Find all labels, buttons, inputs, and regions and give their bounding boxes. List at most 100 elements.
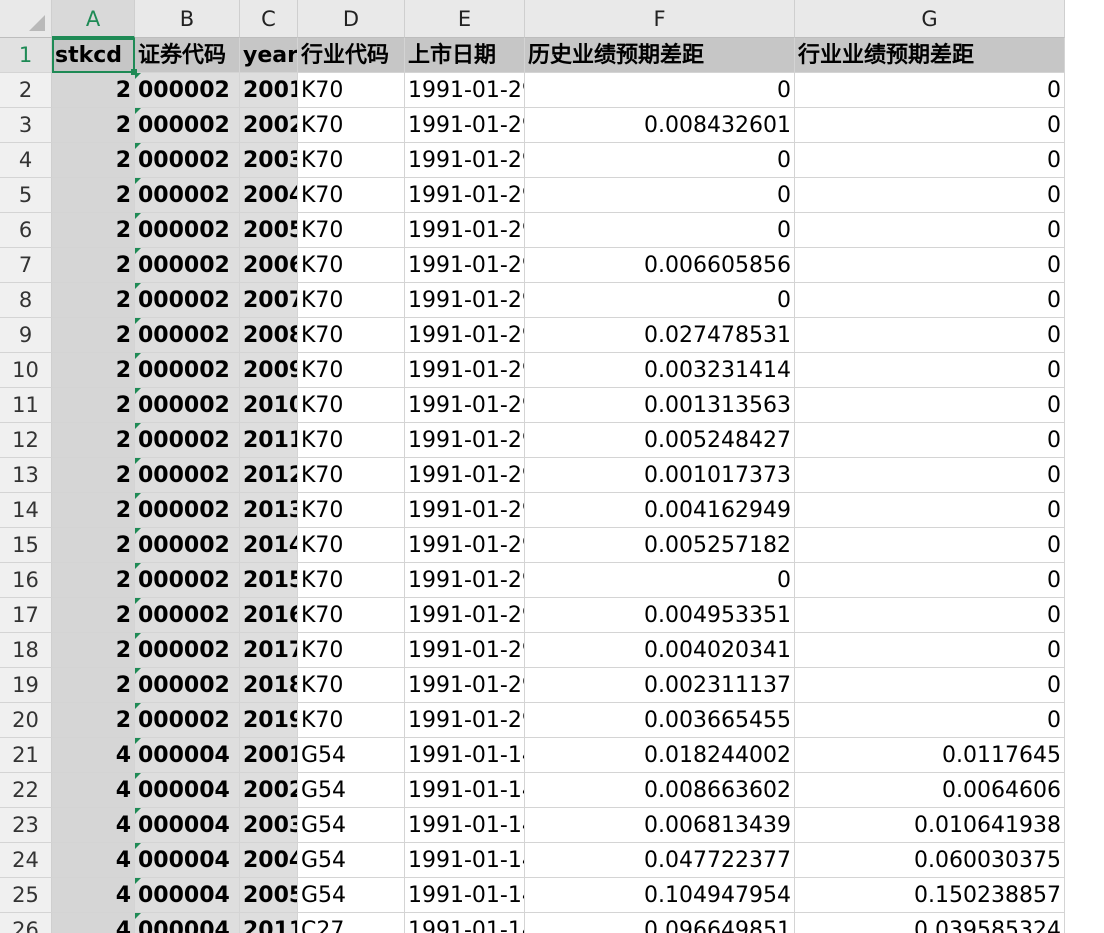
cell-a[interactable]: 2 — [52, 388, 135, 423]
row-number[interactable]: 12 — [0, 423, 52, 458]
cell-g[interactable]: 0 — [795, 73, 1065, 108]
row-number[interactable]: 3 — [0, 108, 52, 143]
cell-g[interactable]: 0 — [795, 248, 1065, 283]
cell-e[interactable]: 1991-01-29 — [405, 633, 525, 668]
cell-d[interactable]: K70 — [298, 703, 405, 738]
cell-c[interactable]: 2008 — [240, 318, 298, 353]
row-number[interactable]: 1 — [0, 38, 52, 73]
cell-a[interactable]: 2 — [52, 633, 135, 668]
column-header-g[interactable]: G — [795, 0, 1065, 38]
cell-e[interactable]: 1991-01-14 — [405, 913, 525, 933]
cell-g[interactable]: 0 — [795, 598, 1065, 633]
column-header-e[interactable]: E — [405, 0, 525, 38]
cell-d[interactable]: K70 — [298, 668, 405, 703]
cell-f[interactable]: 0.002311137 — [525, 668, 795, 703]
cell-b[interactable]: 000002 — [135, 633, 240, 668]
cell-a[interactable]: 2 — [52, 283, 135, 318]
cell-g[interactable]: 0.039585324 — [795, 913, 1065, 933]
row-number[interactable]: 15 — [0, 528, 52, 563]
cell-g[interactable]: 0 — [795, 283, 1065, 318]
cell-b[interactable]: 000002 — [135, 178, 240, 213]
fill-handle[interactable] — [131, 69, 137, 75]
cell-c[interactable]: 2012 — [240, 458, 298, 493]
cell-e[interactable]: 1991-01-29 — [405, 108, 525, 143]
cell-a[interactable]: 4 — [52, 878, 135, 913]
cell-d[interactable]: K70 — [298, 283, 405, 318]
cell-c[interactable]: 2002 — [240, 108, 298, 143]
cell-g[interactable]: 0 — [795, 528, 1065, 563]
cell-e[interactable]: 1991-01-29 — [405, 73, 525, 108]
cell-b[interactable]: 000004 — [135, 843, 240, 878]
header-cell-e[interactable]: 上市日期 — [405, 38, 525, 73]
cell-c[interactable]: 2011 — [240, 423, 298, 458]
cell-a[interactable]: 2 — [52, 703, 135, 738]
cell-d[interactable]: G54 — [298, 878, 405, 913]
cell-d[interactable]: G54 — [298, 773, 405, 808]
cell-g[interactable]: 0.0117645 — [795, 738, 1065, 773]
cell-b[interactable]: 000002 — [135, 668, 240, 703]
cell-e[interactable]: 1991-01-29 — [405, 528, 525, 563]
cell-d[interactable]: K70 — [298, 458, 405, 493]
cell-c[interactable]: 2017 — [240, 633, 298, 668]
cell-d[interactable]: K70 — [298, 318, 405, 353]
cell-e[interactable]: 1991-01-29 — [405, 563, 525, 598]
cell-d[interactable]: K70 — [298, 598, 405, 633]
cell-e[interactable]: 1991-01-29 — [405, 248, 525, 283]
cell-b[interactable]: 000002 — [135, 458, 240, 493]
row-number[interactable]: 5 — [0, 178, 52, 213]
cell-a[interactable]: 2 — [52, 178, 135, 213]
cell-e[interactable]: 1991-01-29 — [405, 353, 525, 388]
select-all-corner[interactable] — [0, 0, 52, 38]
cell-e[interactable]: 1991-01-29 — [405, 493, 525, 528]
cell-b[interactable]: 000002 — [135, 283, 240, 318]
cell-d[interactable]: K70 — [298, 143, 405, 178]
cell-a[interactable]: 4 — [52, 773, 135, 808]
cell-c[interactable]: 2011 — [240, 913, 298, 933]
cell-g[interactable]: 0 — [795, 178, 1065, 213]
cell-f[interactable]: 0.096649851 — [525, 913, 795, 933]
cell-d[interactable]: K70 — [298, 633, 405, 668]
cell-a[interactable]: 2 — [52, 458, 135, 493]
cell-c[interactable]: 2010 — [240, 388, 298, 423]
cell-d[interactable]: K70 — [298, 493, 405, 528]
cell-f[interactable]: 0.004020341 — [525, 633, 795, 668]
cell-b[interactable]: 000004 — [135, 738, 240, 773]
cell-f[interactable]: 0.006813439 — [525, 808, 795, 843]
cell-d[interactable]: G54 — [298, 808, 405, 843]
cell-c[interactable]: 2005 — [240, 878, 298, 913]
cell-b[interactable]: 000002 — [135, 598, 240, 633]
cell-f[interactable]: 0.005248427 — [525, 423, 795, 458]
cell-d[interactable]: K70 — [298, 248, 405, 283]
cell-d[interactable]: K70 — [298, 213, 405, 248]
cell-e[interactable]: 1991-01-29 — [405, 458, 525, 493]
cell-b[interactable]: 000002 — [135, 73, 240, 108]
cell-c[interactable]: 2003 — [240, 143, 298, 178]
cell-e[interactable]: 1991-01-29 — [405, 703, 525, 738]
cell-e[interactable]: 1991-01-14 — [405, 808, 525, 843]
header-cell-b[interactable]: 证券代码 — [135, 38, 240, 73]
cell-f[interactable]: 0.008432601 — [525, 108, 795, 143]
cell-c[interactable]: 2006 — [240, 248, 298, 283]
cell-c[interactable]: 2005 — [240, 213, 298, 248]
header-cell-f[interactable]: 历史业绩预期差距 — [525, 38, 795, 73]
cell-d[interactable]: K70 — [298, 563, 405, 598]
cell-f[interactable]: 0.006605856 — [525, 248, 795, 283]
cell-a[interactable]: 2 — [52, 668, 135, 703]
cell-c[interactable]: 2004 — [240, 178, 298, 213]
row-number[interactable]: 17 — [0, 598, 52, 633]
column-header-f[interactable]: F — [525, 0, 795, 38]
row-number[interactable]: 8 — [0, 283, 52, 318]
cell-g[interactable]: 0 — [795, 633, 1065, 668]
cell-g[interactable]: 0 — [795, 108, 1065, 143]
row-number[interactable]: 21 — [0, 738, 52, 773]
cell-a[interactable]: 4 — [52, 913, 135, 933]
cell-g[interactable]: 0 — [795, 388, 1065, 423]
row-number[interactable]: 14 — [0, 493, 52, 528]
row-number[interactable]: 9 — [0, 318, 52, 353]
cell-f[interactable]: 0.008663602 — [525, 773, 795, 808]
cell-b[interactable]: 000002 — [135, 423, 240, 458]
row-number[interactable]: 22 — [0, 773, 52, 808]
row-number[interactable]: 10 — [0, 353, 52, 388]
cell-e[interactable]: 1991-01-29 — [405, 283, 525, 318]
cell-f[interactable]: 0 — [525, 563, 795, 598]
